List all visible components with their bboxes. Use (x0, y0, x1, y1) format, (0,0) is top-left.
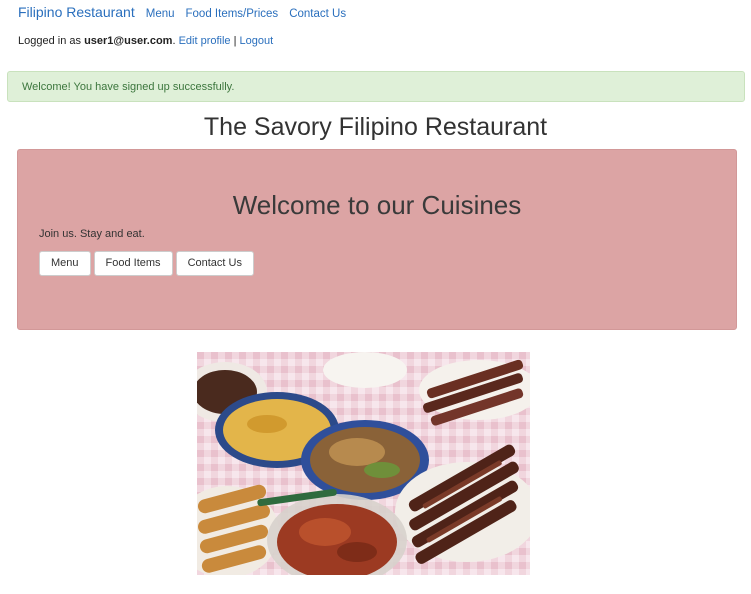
navbar: Filipino Restaurant Menu Food Items/Pric… (18, 4, 357, 22)
signup-success-alert: Welcome! You have signed up successfully… (7, 71, 745, 102)
nav-link-contact-us[interactable]: Contact Us (289, 8, 346, 20)
jumbotron-text: Join us. Stay and eat. (39, 228, 145, 240)
page-title: The Savory Filipino Restaurant (203, 113, 548, 141)
login-prefix: Logged in as (18, 35, 85, 47)
edit-profile-link[interactable]: Edit profile (179, 35, 231, 47)
food-photo-illustration (197, 352, 530, 575)
alert-message: Welcome! You have signed up successfully… (22, 81, 235, 93)
menu-button[interactable]: Menu (39, 251, 91, 276)
logout-link[interactable]: Logout (240, 35, 274, 47)
brand-link[interactable]: Filipino Restaurant (18, 4, 135, 20)
login-user-email: user1@user.com (84, 35, 173, 47)
jumbotron-heading: Welcome to our Cuisines (232, 190, 522, 220)
food-items-button[interactable]: Food Items (93, 251, 173, 276)
jumbotron-button-group: Menu Food Items Contact Us (39, 251, 254, 276)
food-photo (197, 352, 530, 575)
nav-link-food-items-prices[interactable]: Food Items/Prices (186, 8, 279, 20)
contact-us-button[interactable]: Contact Us (175, 251, 254, 276)
nav-link-menu[interactable]: Menu (146, 8, 175, 20)
login-period: . (172, 35, 176, 47)
login-status: Logged in as user1@user.com. Edit profil… (18, 35, 273, 47)
jumbotron: Welcome to our Cuisines Join us. Stay an… (17, 149, 737, 330)
login-separator: | (233, 35, 237, 47)
